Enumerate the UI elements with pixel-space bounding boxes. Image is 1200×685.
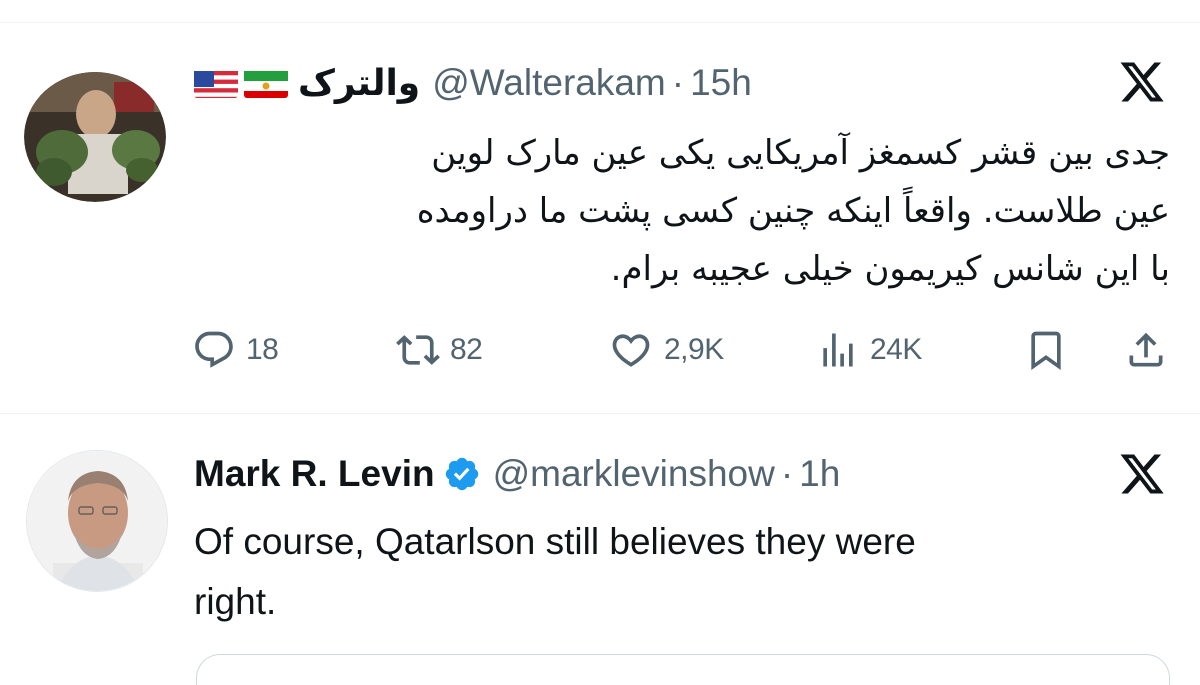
tweet-text: Of course, Qatarlson still believes they…: [194, 512, 1174, 632]
share-button[interactable]: [1124, 328, 1168, 372]
tweet-text-line: right.: [194, 581, 277, 622]
tweet-header: Mark R. Levin @marklevinshow · 1h: [194, 450, 840, 498]
views-icon: [823, 333, 853, 367]
share-icon: [1129, 332, 1163, 367]
user-handle[interactable]: @Walterakam: [432, 62, 666, 104]
tweet-header: والترک @Walterakam · 15h: [194, 60, 752, 106]
like-icon: [612, 334, 650, 367]
tweet-text-line: با این شانس کیریمون خیلی عجیبه برام.: [610, 249, 1170, 289]
timestamp[interactable]: 15h: [690, 62, 752, 104]
reply-count: 18: [246, 333, 279, 366]
tweet-text-line: عین طلاست. واقعاً اینکه چنین کسی پشت ما …: [416, 191, 1170, 231]
tweet-text: جدی بین قشر کسمغز آمریکایی یکی عین مارک …: [190, 124, 1170, 298]
bookmark-icon: [1031, 331, 1061, 371]
like-button[interactable]: 2,9K: [608, 328, 724, 372]
verified-badge-icon[interactable]: [443, 455, 481, 493]
timestamp[interactable]: 1h: [799, 453, 840, 495]
reply-icon: [195, 331, 233, 368]
bookmark-button[interactable]: [1024, 328, 1068, 372]
avatar[interactable]: [26, 450, 168, 592]
views-button[interactable]: 24K: [816, 328, 922, 372]
repost-count: 82: [450, 333, 483, 366]
tweet-marklevinshow[interactable]: Mark R. Levin @marklevinshow · 1h Of cou…: [0, 414, 1200, 685]
repost-button[interactable]: 82: [396, 328, 483, 372]
embedded-card[interactable]: [196, 654, 1170, 685]
iran-lion-sun-flag-emoji: [244, 68, 288, 98]
action-bar: 18 82 2,9K 24K: [192, 328, 1172, 372]
avatar[interactable]: [24, 72, 166, 202]
display-name[interactable]: Mark R. Levin: [194, 453, 435, 495]
separator-dot: ·: [780, 453, 794, 494]
user-handle[interactable]: @marklevinshow: [493, 453, 775, 495]
reply-button[interactable]: 18: [192, 328, 279, 372]
views-count: 24K: [870, 333, 922, 366]
display-name[interactable]: والترک: [298, 63, 420, 104]
x-logo-icon: [1120, 62, 1164, 102]
x-logo-icon: [1120, 454, 1164, 494]
tweet-walterakam[interactable]: والترک @Walterakam · 15h جدی بین قشر کسم…: [0, 0, 1200, 412]
like-count: 2,9K: [664, 333, 724, 366]
separator-dot: ·: [671, 62, 685, 103]
tweet-text-line: Of course, Qatarlson still believes they…: [194, 521, 916, 562]
tweet-text-line: جدی بین قشر کسمغز آمریکایی یکی عین مارک …: [431, 133, 1170, 173]
us-flag-emoji: [194, 68, 238, 98]
repost-icon: [396, 335, 440, 365]
